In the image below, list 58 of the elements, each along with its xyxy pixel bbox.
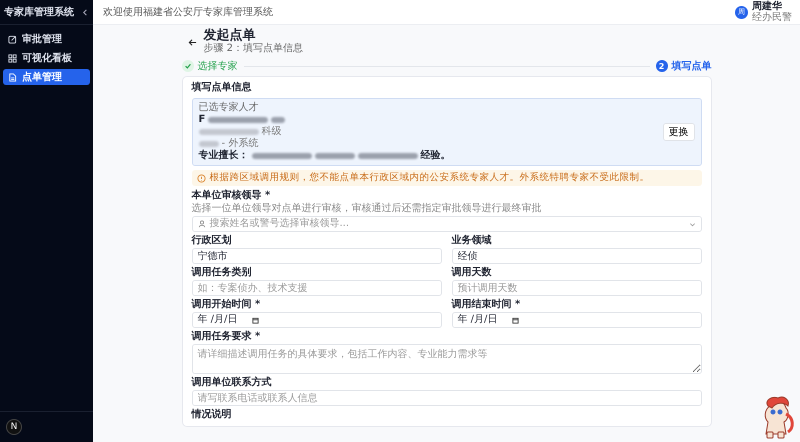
field-label: 调用开始时间 * bbox=[192, 299, 262, 311]
expert-rank: 科级 bbox=[262, 126, 282, 138]
redacted-text bbox=[314, 153, 354, 159]
field-label: 调用任务要求 * bbox=[192, 331, 262, 343]
sidebar-item[interactable]: 审批管理 bbox=[3, 31, 90, 47]
card-title: 填写点单信息 bbox=[192, 82, 252, 94]
expert-heading: 已选专家人才 bbox=[198, 102, 260, 114]
input-field[interactable]: 如：专案侦办、技术支援 bbox=[192, 280, 442, 296]
calendar-icon bbox=[512, 316, 518, 324]
welcome-text: 欢迎使用福建省公安厅专家库管理系统 bbox=[103, 6, 273, 19]
input-field[interactable]: 宁德市 bbox=[192, 248, 442, 264]
info-icon bbox=[196, 174, 206, 182]
back-arrow-icon[interactable] bbox=[188, 38, 196, 46]
input-field[interactable]: 经侦 bbox=[452, 248, 702, 264]
step-label: 填写点单 bbox=[672, 60, 712, 73]
sidebar-item[interactable]: 点单管理 bbox=[3, 69, 90, 85]
skill-label: 专业擅长： bbox=[198, 150, 248, 162]
input-field[interactable]: 预计调用天数 bbox=[452, 280, 702, 296]
date-field[interactable]: 年 /月/日 bbox=[192, 312, 442, 328]
chevron-down-icon bbox=[688, 220, 696, 228]
page-subtitle: 步骤 2：填写点单信息 bbox=[204, 42, 304, 55]
page-title: 发起点单 bbox=[204, 29, 256, 42]
skill-text: 经验。 bbox=[420, 150, 450, 162]
text-area[interactable]: 请详细描述调用任务的具体要求，包括工作内容、专业能力需求等 bbox=[192, 344, 702, 374]
redacted-text bbox=[198, 129, 258, 135]
field-label: 调用结束时间 * bbox=[452, 299, 522, 311]
field-hint: 选择一位单位领导对点单进行审核，审核通过后还需指定审批领导进行最终审批 bbox=[192, 203, 542, 215]
redacted-text bbox=[358, 153, 418, 159]
change-button[interactable]: 更换 bbox=[662, 123, 694, 141]
user-role: 经办民警 bbox=[752, 12, 792, 23]
app-title: 专家库管理系统 bbox=[4, 5, 74, 19]
edit-icon bbox=[8, 34, 17, 44]
document-icon bbox=[8, 72, 17, 82]
field-label: 行政区划 bbox=[192, 235, 232, 247]
grid-icon bbox=[8, 54, 17, 62]
field-label: 业务领域 bbox=[452, 235, 492, 247]
input-field[interactable]: 请写联系电话或联系人信息 bbox=[192, 390, 702, 406]
redacted-text bbox=[252, 153, 312, 159]
step-label: 选择专家 bbox=[198, 60, 238, 73]
logo-badge[interactable]: N bbox=[6, 419, 22, 435]
user-icon bbox=[198, 220, 206, 228]
user-name: 周建华 bbox=[752, 1, 783, 12]
collapse-icon[interactable] bbox=[82, 8, 89, 16]
field-label: 情况说明 bbox=[192, 409, 232, 421]
date-field[interactable]: 年 /月/日 bbox=[452, 312, 702, 328]
expert-name: F bbox=[198, 114, 206, 126]
field-label: 本单位审核领导 * bbox=[192, 190, 272, 202]
redacted-text bbox=[271, 117, 286, 123]
field-label: 调用天数 bbox=[452, 267, 492, 279]
field-label: 调用任务类别 bbox=[192, 267, 252, 279]
redacted-text bbox=[198, 141, 218, 147]
step-number: 2 bbox=[656, 60, 668, 72]
redacted-text bbox=[208, 117, 268, 123]
field-label: 调用单位联系方式 bbox=[192, 377, 272, 389]
expert-unit: - 外系统 bbox=[222, 138, 258, 149]
warning-text: 根据跨区域调用规则，您不能点单本行政区域内的公安系统专家人才。外系统特聘专家不受此限制。 bbox=[210, 172, 650, 184]
sidebar-item[interactable]: 可视化看板 bbox=[3, 50, 90, 66]
calendar-icon bbox=[252, 316, 258, 324]
